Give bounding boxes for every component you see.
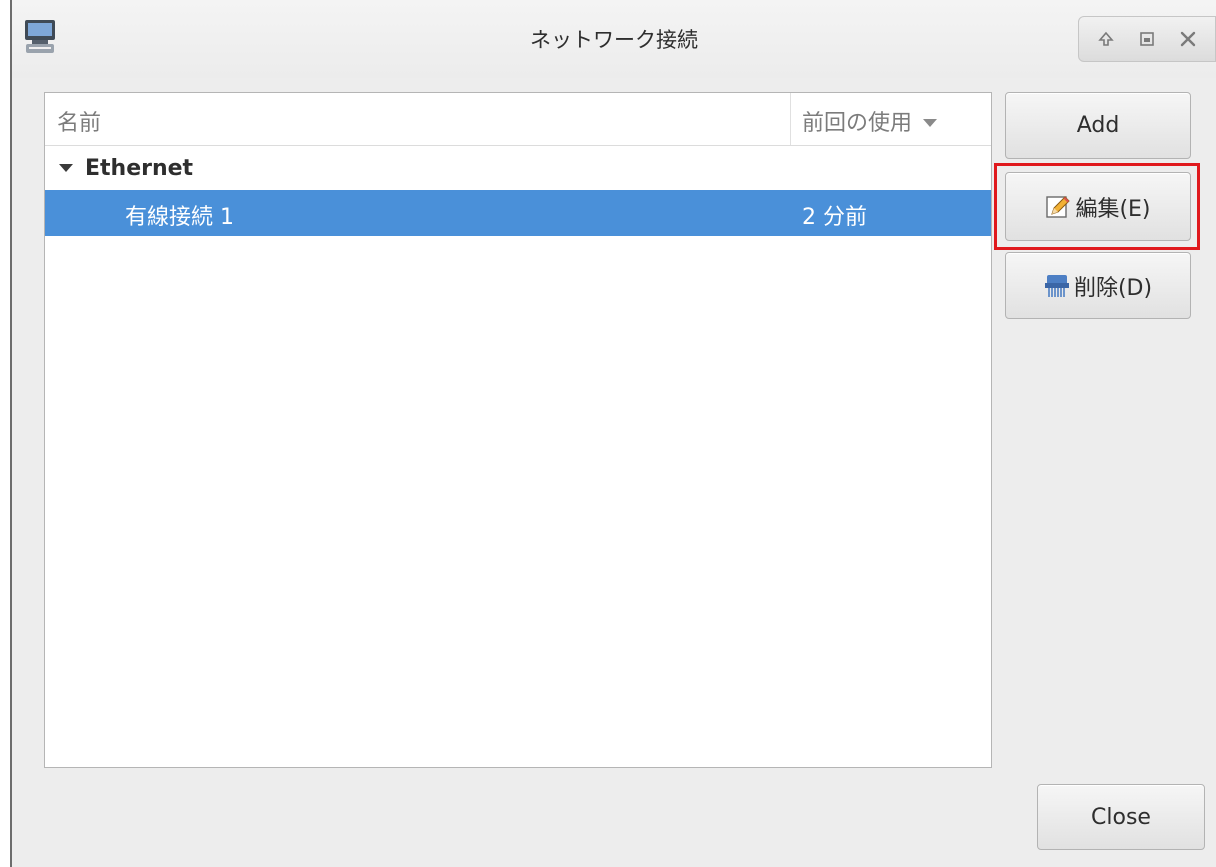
close-button-label: Close xyxy=(1091,804,1151,830)
delete-shredder-icon xyxy=(1044,273,1070,299)
group-row-ethernet[interactable]: Ethernet xyxy=(45,146,991,190)
window-controls xyxy=(1078,16,1216,62)
column-header-last-used[interactable]: 前回の使用 xyxy=(802,105,938,137)
add-button-label: Add xyxy=(1076,113,1120,138)
network-connections-window: ネットワーク接続 名前 前回の使用 Ethernet 有線接続 1 2 分前 A… xyxy=(10,0,1216,867)
group-label: Ethernet xyxy=(85,155,194,181)
window-title: ネットワーク接続 xyxy=(530,28,698,52)
expander-down-icon[interactable] xyxy=(59,164,73,172)
edit-button-label: 編集(E) xyxy=(1075,196,1151,222)
close-icon[interactable] xyxy=(1174,25,1202,53)
maximize-icon[interactable] xyxy=(1133,25,1161,53)
delete-button-label: 削除(D) xyxy=(1073,275,1153,301)
connection-list[interactable]: 名前 前回の使用 Ethernet 有線接続 1 2 分前 xyxy=(44,92,992,768)
connection-name: 有線接続 1 xyxy=(125,205,234,230)
arrow-up-icon[interactable] xyxy=(1092,25,1120,53)
connection-row[interactable]: 有線接続 1 2 分前 xyxy=(45,190,991,236)
delete-button[interactable]: 削除(D) xyxy=(1005,252,1191,319)
add-button[interactable]: Add xyxy=(1005,92,1191,159)
column-separator xyxy=(790,93,791,145)
connection-last-used: 2 分前 xyxy=(802,205,867,230)
column-header-last-used-label: 前回の使用 xyxy=(802,111,913,136)
edit-pencil-icon xyxy=(1045,194,1071,220)
titlebar: ネットワーク接続 xyxy=(12,0,1216,78)
list-header: 名前 前回の使用 xyxy=(45,93,991,146)
column-header-name[interactable]: 名前 xyxy=(57,105,101,137)
close-button[interactable]: Close xyxy=(1037,784,1205,850)
edit-button[interactable]: 編集(E) xyxy=(1005,172,1191,241)
sort-descending-icon xyxy=(922,109,938,134)
